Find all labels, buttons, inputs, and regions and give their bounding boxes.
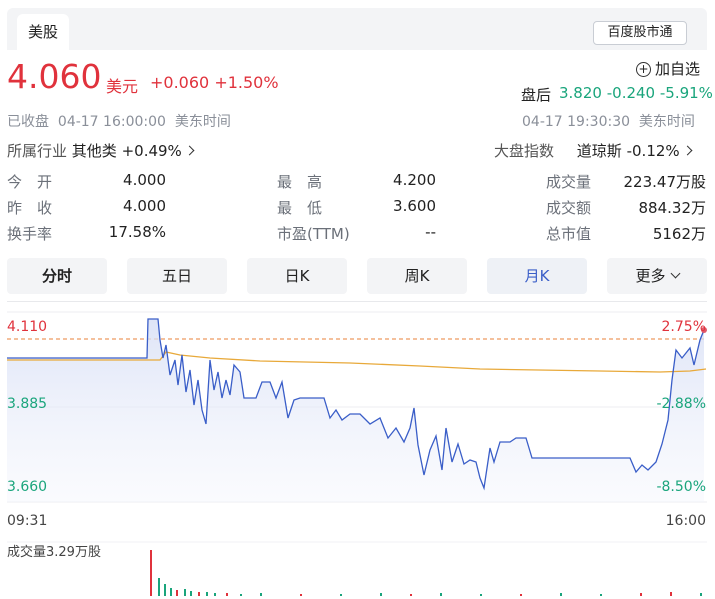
volume-bar <box>520 594 522 596</box>
volume-bar <box>700 593 702 596</box>
volume-bar <box>176 590 178 596</box>
intraday-chart[interactable] <box>0 0 715 599</box>
price-area <box>7 319 704 502</box>
volume-bar <box>380 593 382 596</box>
volume-bar <box>226 593 228 596</box>
pct-label-top: 2.75% <box>661 319 706 335</box>
volume-bar <box>150 550 152 596</box>
volume-bar <box>190 591 192 596</box>
y-label-top: 4.110 <box>7 319 48 335</box>
volume-bar <box>410 594 412 596</box>
volume-bar <box>170 588 172 596</box>
pct-label-bottom: -8.50% <box>656 479 706 495</box>
volume-label: 成交量3.29万股 <box>7 545 101 560</box>
y-label-bottom: 3.660 <box>7 479 48 495</box>
volume-bar <box>184 589 186 596</box>
volume-bar <box>158 578 160 596</box>
volume-bar <box>480 594 482 596</box>
volume-bar <box>560 593 562 596</box>
volume-bar <box>640 593 642 596</box>
volume-bar <box>670 592 672 596</box>
volume-bar <box>164 584 166 596</box>
y-label-mid: 3.885 <box>7 396 48 412</box>
volume-bar <box>340 594 342 596</box>
volume-bars <box>150 550 702 596</box>
volume-bar <box>240 594 242 596</box>
volume-bar <box>214 593 216 596</box>
volume-bar <box>440 593 442 596</box>
x-label-end: 16:00 <box>665 513 706 529</box>
pct-label-mid: -2.88% <box>656 396 706 412</box>
volume-bar <box>206 592 208 596</box>
x-label-start: 09:31 <box>7 513 48 529</box>
volume-bar <box>198 592 200 596</box>
volume-bar <box>300 594 302 596</box>
volume-bar <box>600 594 602 596</box>
volume-bar <box>260 593 262 596</box>
